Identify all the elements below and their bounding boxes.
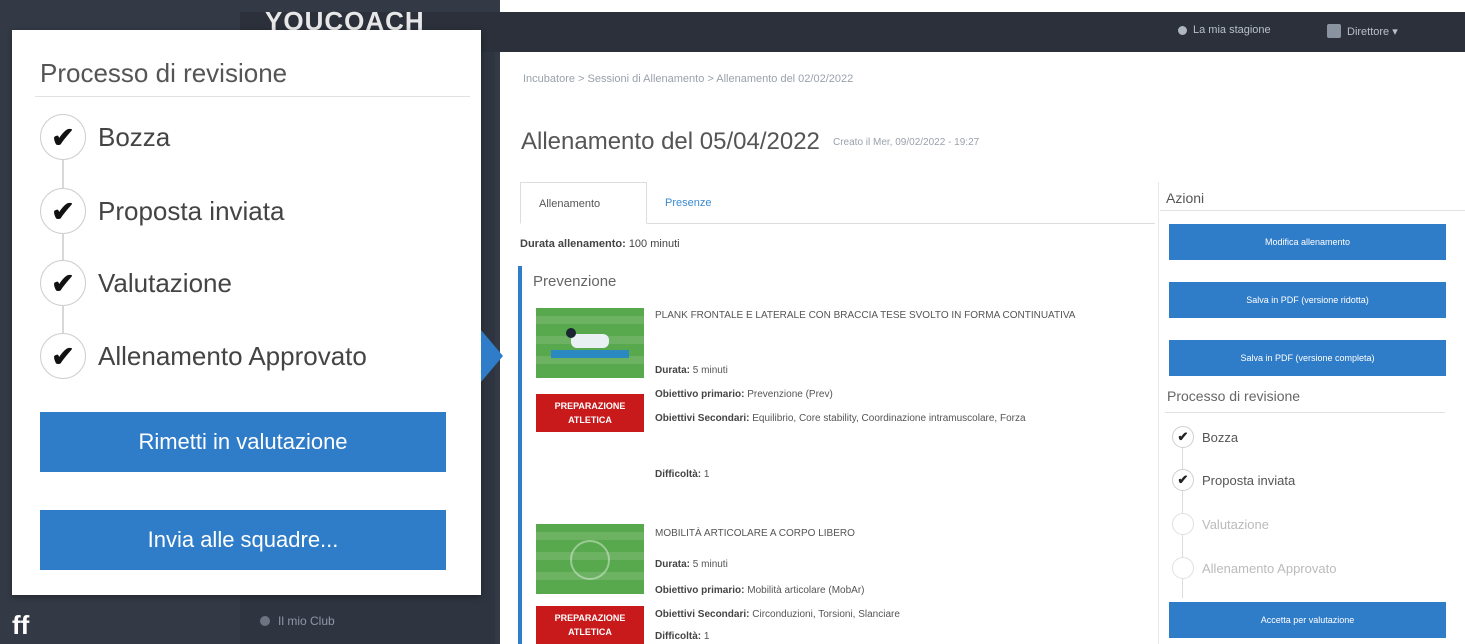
review-step-bozza: ✔ Bozza: [1172, 426, 1238, 448]
review-step-label: Proposta inviata: [1202, 472, 1296, 488]
review-step-valutazione: Valutazione: [1172, 513, 1269, 535]
sidebar-item-club[interactable]: Il mio Club: [260, 614, 335, 628]
tab-bar: Allenamento Presenze: [520, 182, 1155, 224]
sidebar-item-label: Il mio Club: [278, 614, 335, 628]
zoom-step-label: Valutazione: [98, 267, 232, 298]
empty-circle-icon: [1172, 557, 1194, 579]
exercise-duration: Durata: 5 minuti: [655, 365, 728, 376]
actions-panel-border: [1158, 182, 1159, 644]
exercise-category-badge: PREPARAZIONE ATLETICA: [536, 606, 644, 644]
check-icon: ✔: [1172, 469, 1194, 491]
exercise-primary-goal: Obiettivo primario: Mobilità articolare …: [655, 585, 865, 596]
zoom-review-title: Processo di revisione: [40, 58, 288, 88]
zoom-step-label: Proposta inviata: [98, 195, 285, 226]
exercise-category-badge: PREPARAZIONE ATLETICA: [536, 394, 644, 432]
section-accent-bar: [518, 266, 522, 644]
review-step-label: Allenamento Approvato: [1202, 560, 1337, 576]
divider: [1160, 210, 1465, 211]
callout-pointer: [481, 330, 503, 382]
zoom-step-valutazione: ✔ Valutazione: [40, 260, 232, 306]
edit-training-button[interactable]: Modifica allenamento: [1169, 224, 1446, 260]
send-to-teams-button[interactable]: Invia alle squadre...: [40, 510, 446, 570]
exercise-secondary-goals: Obiettivi Secondari: Circonduzioni, Tors…: [655, 609, 900, 620]
zoom-step-approvato: ✔ Allenamento Approvato: [40, 333, 367, 379]
zoom-step-label: Allenamento Approvato: [98, 340, 367, 371]
zoom-step-proposta: ✔ Proposta inviata: [40, 188, 284, 234]
exercise-secondary-goals: Obiettivi Secondari: Equilibrio, Core st…: [655, 413, 1026, 424]
save-pdf-full-button[interactable]: Salva in PDF (versione completa): [1169, 340, 1446, 376]
exercise-title[interactable]: PLANK FRONTALE E LATERALE CON BRACCIA TE…: [655, 306, 1145, 326]
reopen-review-button[interactable]: Rimetti in valutazione: [40, 412, 446, 472]
page-title: Allenamento del 05/04/2022: [521, 128, 820, 155]
training-duration: Durata allenamento: 100 minuti: [520, 238, 680, 250]
review-process-title: Processo di revisione: [1167, 388, 1301, 404]
step-connector: [62, 142, 64, 356]
check-icon: ✔: [40, 188, 86, 234]
review-step-proposta: ✔ Proposta inviata: [1172, 469, 1295, 491]
exercise-image[interactable]: [536, 524, 644, 594]
page-subtitle: Creato il Mer, 09/02/2022 - 19:27: [833, 137, 980, 148]
review-step-label: Bozza: [1202, 429, 1239, 445]
exercise-difficulty: Difficoltà: 1: [655, 631, 710, 642]
review-step-approvato: Allenamento Approvato: [1172, 557, 1336, 579]
actions-title: Azioni: [1166, 190, 1205, 206]
exercise-title[interactable]: MOBILITÀ ARTICOLARE A CORPO LIBERO: [655, 524, 1155, 544]
user-menu[interactable]: Direttore ▾: [1327, 24, 1398, 38]
breadcrumb[interactable]: Incubatore > Sessioni di Allenamento > A…: [523, 73, 853, 85]
tab-allenamento[interactable]: Allenamento: [520, 182, 647, 224]
club-icon: [260, 616, 270, 626]
exercise-difficulty: Difficoltà: 1: [655, 469, 710, 480]
duration-label: Durata allenamento:: [520, 238, 626, 250]
check-icon: ✔: [40, 114, 86, 160]
exercise-image[interactable]: [536, 308, 644, 378]
check-icon: ✔: [40, 333, 86, 379]
save-pdf-short-button[interactable]: Salva in PDF (versione ridotta): [1169, 282, 1446, 318]
shield-icon: [1178, 25, 1187, 35]
season-link-label: La mia stagione: [1193, 24, 1271, 36]
exercise-primary-goal: Obiettivo primario: Prevenzione (Prev): [655, 389, 833, 400]
divider: [1165, 412, 1445, 413]
divider: [35, 96, 470, 97]
exercise-duration: Durata: 5 minuti: [655, 559, 728, 570]
decor-corner: [150, 0, 168, 30]
accept-for-review-button[interactable]: Accetta per valutazione: [1169, 602, 1446, 638]
avatar: [1327, 24, 1341, 38]
zoom-step-bozza: ✔ Bozza: [40, 114, 170, 160]
review-step-label: Valutazione: [1202, 516, 1269, 532]
cropped-caption: ff: [12, 610, 30, 640]
zoom-step-label: Bozza: [98, 121, 171, 152]
duration-value: 100 minuti: [628, 238, 680, 250]
check-icon: ✔: [1172, 426, 1194, 448]
check-icon: ✔: [40, 260, 86, 306]
tab-presenze[interactable]: Presenze: [647, 182, 729, 224]
season-link[interactable]: La mia stagione: [1178, 24, 1271, 36]
empty-circle-icon: [1172, 513, 1194, 535]
section-title: Prevenzione: [533, 273, 617, 290]
user-menu-label: Direttore ▾: [1347, 25, 1398, 38]
